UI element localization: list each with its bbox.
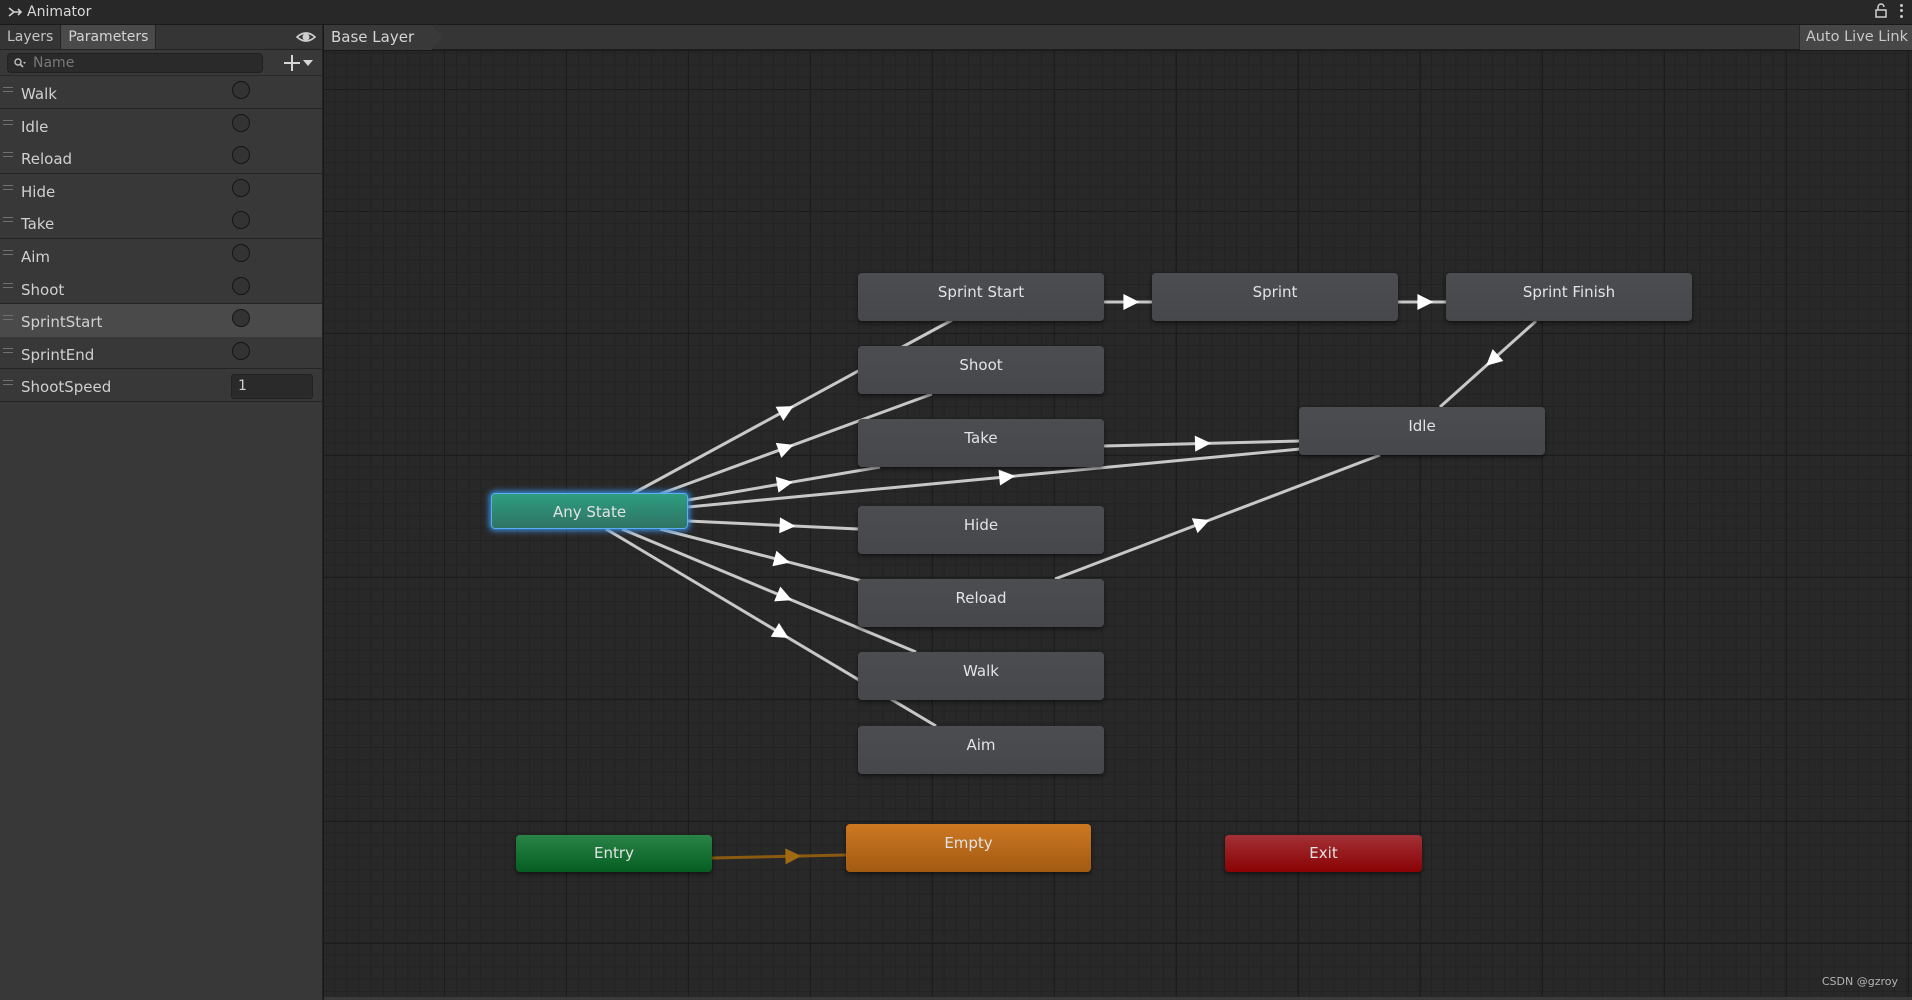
parameter-name: Reload (21, 150, 73, 169)
trigger-toggle[interactable] (232, 146, 250, 165)
parameter-search-box[interactable] (7, 53, 263, 73)
window-title: Animator (27, 4, 92, 20)
drag-handle-icon[interactable] (3, 380, 13, 386)
state-label: Sprint Finish (1522, 283, 1616, 301)
trigger-toggle[interactable] (232, 243, 250, 262)
trigger-toggle[interactable] (232, 276, 250, 295)
tab-layers[interactable]: Layers (0, 25, 62, 49)
animator-icon (8, 7, 23, 17)
parameter-row-selected[interactable]: SprintStart (0, 304, 322, 337)
state-label: Idle (1408, 417, 1436, 435)
breadcrumb-base-layer[interactable]: Base Layer (324, 25, 443, 50)
any-state-node[interactable]: Any State (491, 493, 688, 529)
more-menu-icon[interactable] (1898, 3, 1904, 19)
drag-handle-icon[interactable] (3, 184, 13, 190)
state-node-walk[interactable]: Walk (858, 652, 1104, 700)
state-label: Reload (955, 589, 1007, 607)
parameter-name: SprintStart (21, 313, 103, 332)
parameter-name: Aim (21, 247, 51, 266)
state-node-sprint-finish[interactable]: Sprint Finish (1446, 273, 1692, 321)
parameter-row[interactable]: ShootSpeed 1 (0, 369, 322, 402)
state-node-sprint[interactable]: Sprint (1152, 273, 1398, 321)
lock-icon[interactable] (1874, 3, 1888, 19)
parameter-row[interactable]: Hide (0, 174, 322, 207)
eye-icon[interactable] (296, 29, 316, 45)
parameter-name: Shoot (21, 280, 65, 299)
tab-parameters[interactable]: Parameters (61, 25, 157, 49)
state-label: Any State (552, 503, 627, 521)
exit-node[interactable]: Exit (1225, 835, 1422, 872)
drag-handle-icon[interactable] (3, 119, 13, 125)
float-value-field[interactable]: 1 (231, 374, 313, 400)
parameter-name: Walk (21, 85, 57, 103)
watermark: CSDN @gzroy (1821, 975, 1898, 988)
state-node-shoot[interactable]: Shoot (858, 346, 1104, 394)
state-label: Entry (594, 844, 634, 862)
window-titlebar: Animator (0, 0, 1912, 25)
breadcrumb-arrow (432, 25, 443, 49)
state-label: Shoot (959, 356, 1003, 374)
drag-handle-icon[interactable] (3, 87, 13, 92)
parameter-row[interactable]: Walk (0, 76, 322, 109)
drag-handle-icon[interactable] (3, 249, 13, 255)
state-label: Take (964, 429, 998, 447)
trigger-toggle[interactable] (232, 178, 250, 197)
search-icon (14, 58, 26, 68)
default-state-node-empty[interactable]: Empty (846, 824, 1091, 872)
panel-tabs: Layers Parameters (0, 25, 322, 50)
graph-toolbar: Base Layer Auto Live Link (324, 25, 1912, 50)
drag-handle-icon[interactable] (3, 152, 13, 158)
auto-live-link-button[interactable]: Auto Live Link (1798, 25, 1912, 50)
state-label: Sprint (1252, 283, 1298, 301)
parameter-name: ShootSpeed (21, 378, 112, 397)
trigger-toggle[interactable] (232, 211, 250, 230)
drag-handle-icon[interactable] (3, 347, 13, 353)
parameter-row[interactable]: Idle (0, 109, 322, 142)
parameter-row[interactable]: SprintEnd (0, 337, 322, 370)
state-label: Exit (1309, 844, 1338, 862)
breadcrumb-label: Base Layer (331, 28, 415, 46)
trigger-toggle[interactable] (232, 113, 250, 132)
state-label: Empty (944, 834, 993, 852)
trigger-toggle[interactable] (232, 341, 250, 360)
parameter-row[interactable]: Aim (0, 239, 322, 272)
state-node-take[interactable]: Take (858, 419, 1104, 467)
state-node-hide[interactable]: Hide (858, 506, 1104, 554)
parameter-row[interactable]: Shoot (0, 272, 322, 305)
parameter-row[interactable]: Take (0, 206, 322, 239)
drag-handle-icon[interactable] (3, 315, 13, 321)
search-row (0, 50, 322, 76)
state-node-aim[interactable]: Aim (858, 726, 1104, 774)
parameter-name: Idle (21, 117, 49, 136)
state-label: Walk (963, 662, 999, 680)
add-parameter-button[interactable] (284, 52, 320, 74)
state-label: Sprint Start (937, 283, 1025, 301)
dropdown-caret-icon (303, 60, 313, 66)
state-label: Hide (963, 516, 999, 534)
parameter-name: SprintEnd (21, 345, 95, 364)
parameter-row[interactable]: Reload (0, 141, 322, 174)
trigger-toggle[interactable] (232, 309, 250, 328)
state-node-sprint-start[interactable]: Sprint Start (858, 273, 1104, 321)
entry-node[interactable]: Entry (516, 835, 712, 872)
state-label: Aim (966, 736, 996, 754)
plus-icon (284, 55, 300, 71)
parameter-name: Take (21, 215, 55, 234)
parameter-search-input[interactable] (33, 55, 233, 71)
trigger-toggle[interactable] (232, 81, 250, 99)
parameters-panel: Layers Parameters Walk Idle (0, 25, 323, 1000)
parameter-name: Hide (21, 182, 56, 201)
state-node-idle[interactable]: Idle (1299, 407, 1545, 455)
drag-handle-icon[interactable] (3, 217, 13, 223)
drag-handle-icon[interactable] (3, 282, 13, 288)
state-node-reload[interactable]: Reload (858, 579, 1104, 627)
parameter-list: Walk Idle Reload Hide Take Aim Shoot Spr… (0, 76, 322, 402)
